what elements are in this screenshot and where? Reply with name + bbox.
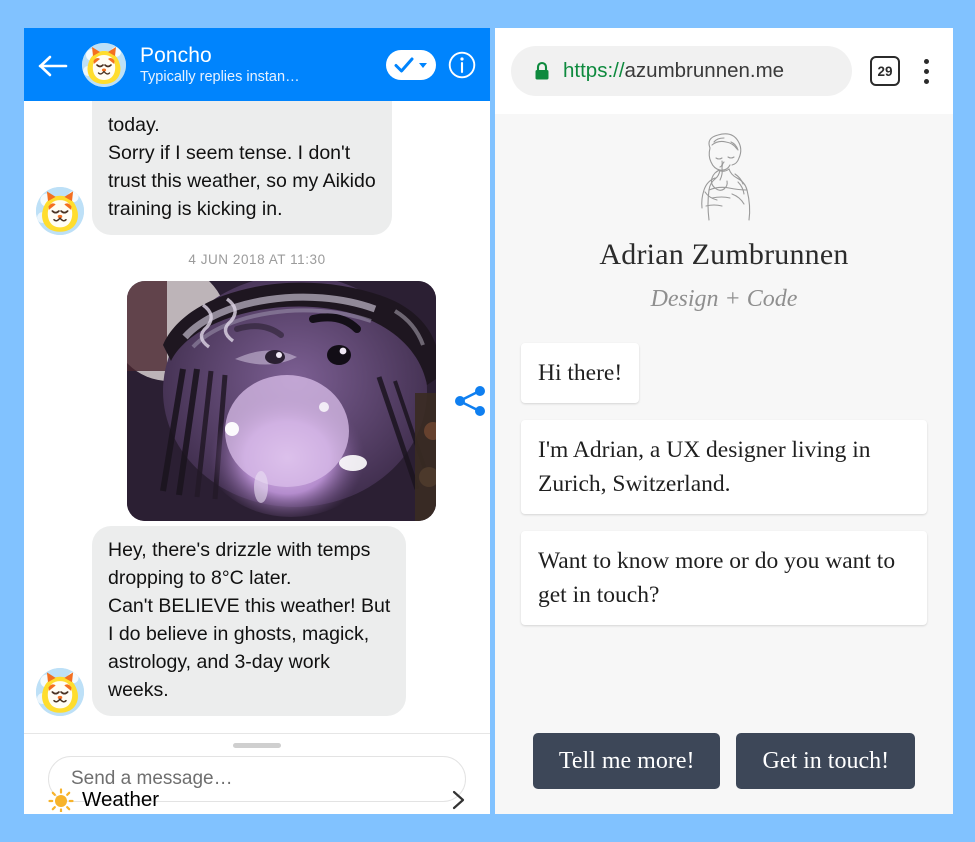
- browser-phone: https://azumbrunnen.me 29 Adrian Zumbrun…: [495, 28, 953, 814]
- url-text: https://azumbrunnen.me: [563, 59, 784, 83]
- url-scheme: https://: [563, 59, 625, 82]
- header-name-block[interactable]: Poncho Typically replies instan…: [140, 43, 386, 87]
- share-icon[interactable]: [450, 381, 490, 421]
- photo-message-row: [24, 281, 490, 521]
- quick-reply-label: Weather: [82, 788, 160, 811]
- message-composer: Send a message… Weather: [24, 733, 490, 814]
- site-chat-bubbles: Hi there! I'm Adrian, a UX designer livi…: [521, 343, 927, 625]
- tab-count-button[interactable]: 29: [870, 56, 900, 86]
- poncho-avatar[interactable]: [36, 187, 84, 235]
- quick-reply-weather[interactable]: Weather: [24, 786, 490, 814]
- back-arrow-icon[interactable]: [38, 45, 76, 85]
- chevron-down-icon: [419, 62, 427, 68]
- thinking-person-illustration: [521, 114, 927, 224]
- message-photo[interactable]: [127, 281, 436, 521]
- message-bubble[interactable]: today. Sorry if I seem tense. I don't tr…: [92, 101, 392, 235]
- site-bubble: Hi there!: [521, 343, 640, 403]
- site-action-buttons: Tell me more! Get in touch!: [521, 733, 927, 789]
- contact-status: Typically replies instan…: [140, 68, 300, 85]
- message-thread[interactable]: today. Sorry if I seem tense. I don't tr…: [24, 101, 490, 733]
- site-tagline: Design + Code: [650, 286, 798, 312]
- lock-icon: [533, 61, 551, 81]
- info-circle-icon[interactable]: [448, 51, 476, 79]
- messenger-phone: Poncho Typically replies instan… today. …: [24, 28, 490, 814]
- contact-name: Poncho: [140, 43, 212, 67]
- chevron-right-icon[interactable]: [450, 789, 468, 811]
- site-bubble: I'm Adrian, a UX designer living in Zuri…: [521, 420, 927, 514]
- messenger-header: Poncho Typically replies instan…: [24, 28, 490, 101]
- tell-me-more-button[interactable]: Tell me more!: [532, 733, 721, 789]
- url-bar[interactable]: https://azumbrunnen.me: [511, 46, 852, 96]
- get-in-touch-button[interactable]: Get in touch!: [736, 733, 916, 789]
- poncho-avatar[interactable]: [36, 668, 84, 716]
- poncho-avatar[interactable]: [82, 42, 126, 87]
- sun-icon: [48, 788, 74, 814]
- checkmark-dropdown-badge[interactable]: [386, 49, 436, 80]
- website-content: Adrian Zumbrunnen Design + Code Hi there…: [495, 114, 953, 814]
- message-bubble[interactable]: Hey, there's drizzle with temps dropping…: [92, 526, 407, 716]
- browser-toolbar: https://azumbrunnen.me 29: [495, 28, 953, 114]
- drag-handle[interactable]: [233, 743, 281, 748]
- message-row: today. Sorry if I seem tense. I don't tr…: [24, 101, 490, 235]
- site-bubble: Want to know more or do you want to get …: [521, 531, 927, 625]
- kebab-menu-icon[interactable]: [913, 58, 939, 84]
- timestamp-separator: 4 JUN 2018 AT 11:30: [188, 252, 326, 267]
- site-owner-name: Adrian Zumbrunnen: [599, 238, 849, 271]
- screenshot-canvas: Poncho Typically replies instan… today. …: [0, 0, 975, 842]
- url-host: azumbrunnen.me: [624, 59, 785, 82]
- message-row: Hey, there's drizzle with temps dropping…: [24, 526, 490, 716]
